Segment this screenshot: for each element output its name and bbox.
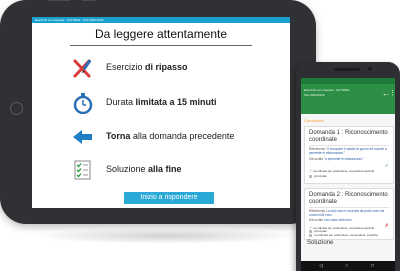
- option-row: coordinata per polisindeto, avversativa,…: [309, 233, 391, 237]
- feature-solution: Soluzione alla fine: [72, 159, 282, 181]
- feature-go-back-text: Torna alla domanda precedente: [106, 131, 235, 141]
- feature-review-exercise: Esercizio di ripasso: [72, 57, 282, 79]
- nav-home-icon[interactable]: ○: [345, 261, 348, 271]
- phone-header: Esercizio con risposta - LETTERE Test 30…: [301, 84, 395, 114]
- phone-screen: Esercizio con risposta - LETTERE Test 30…: [301, 78, 395, 271]
- tablet-device: Esercizio con risposta - LETTERE - Test …: [0, 0, 316, 224]
- wrong-x-icon: ✗: [384, 223, 389, 229]
- section-label: Correzione: [304, 118, 324, 123]
- tablet-home-button[interactable]: [10, 102, 23, 115]
- feature-duration-text: Durata limitata a 15 minuti: [106, 97, 217, 107]
- phone-device: Esercizio con risposta - LETTERE Test 30…: [296, 62, 400, 271]
- title-divider: [70, 45, 252, 46]
- question-card[interactable]: Domanda 1 : Riconoscimento coordinate Ri…: [304, 126, 394, 184]
- tablet-power-button: [82, 0, 96, 1]
- reference-text: Riferimento La mia casa è costruita da p…: [309, 209, 385, 217]
- answer-text: Hai scritto ma costa molti euro.: [309, 218, 353, 222]
- phone-header-subtitle: Test 3002/2346: [304, 93, 325, 97]
- feature-solution-text: Soluzione alla fine: [106, 164, 182, 174]
- option-row: ✓coordinata per polisindeto, copulativa …: [309, 168, 375, 173]
- nav-back-icon[interactable]: ◁: [319, 261, 323, 271]
- card-divider: [309, 207, 389, 208]
- question-title: Domanda 2 : Riconoscimento coordinate: [309, 192, 388, 205]
- tablet-title-bar: Esercizio con risposta - LETTERE - Test …: [32, 17, 290, 23]
- x-check-icon: [73, 59, 92, 78]
- feature-go-back: Torna alla domanda precedente: [72, 126, 282, 148]
- reference-text: Riferimento "Il computer è adatto al gio…: [309, 147, 387, 155]
- feature-duration: Durata limitata a 15 minuti: [72, 92, 282, 114]
- arrow-left-icon: [73, 130, 92, 144]
- checklist-icon: [74, 160, 91, 180]
- solution-label: Soluzione: [307, 240, 334, 246]
- card-divider: [309, 145, 389, 146]
- tablet-screen: Esercizio con risposta - LETTERE - Test …: [32, 17, 290, 208]
- phone-earpiece: [334, 68, 360, 71]
- correct-check-icon: ✓: [384, 163, 389, 169]
- question-card[interactable]: Domanda 2 : Riconoscimento coordinate Ri…: [304, 188, 394, 240]
- phone-header-title: Esercizio con risposta - LETTERE: [304, 88, 350, 92]
- answer-text: Hai scritto "a permette le elaborazioni.…: [309, 157, 364, 161]
- tablet-shadow: [30, 228, 300, 244]
- option-row: principale: [309, 174, 391, 178]
- feature-review-text: Esercizio di ripasso: [106, 62, 188, 72]
- question-title: Domanda 1 : Riconoscimento coordinate: [309, 130, 388, 143]
- phone-camera: [368, 67, 372, 71]
- nav-recents-icon[interactable]: □: [371, 261, 374, 271]
- stopwatch-icon: [73, 93, 93, 114]
- start-answering-button[interactable]: Inizio a rispondere: [124, 192, 214, 204]
- phone-nav-bar: ◁ ○ □: [301, 261, 395, 271]
- page-title: Da leggere attentamente: [94, 27, 228, 41]
- more-vert-icon[interactable]: ⋮: [389, 89, 395, 97]
- tablet-volume-button: [48, 0, 70, 1]
